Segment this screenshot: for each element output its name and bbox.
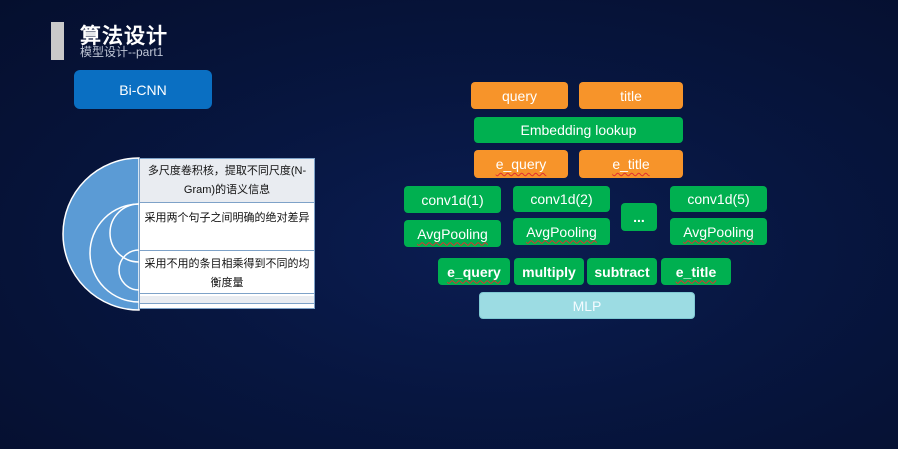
conv1d-1-box: conv1d(1) [404,186,501,213]
conv1d-2-box: conv1d(2) [513,186,610,212]
conv1d-5-box: conv1d(5) [670,186,767,212]
slide-subtitle: 模型设计--part1 [80,45,164,59]
feature-list-panel: 多尺度卷积核，提取不同尺度(N-Gram)的语义信息 采用两个句子之间明确的绝对… [139,158,315,309]
title-accent-bar [51,22,64,60]
feature-e-query-box: e_query [438,258,510,285]
avgpooling-2-box: AvgPooling [513,218,610,245]
feature-item-multiscale: 多尺度卷积核，提取不同尺度(N-Gram)的语义信息 [140,159,314,203]
feature-multiply-box: multiply [514,258,584,285]
embedded-title-box: e_title [579,150,683,178]
mlp-box: MLP [479,292,695,319]
feature-item-abs-difference: 采用两个句子之间明确的绝对差异 [140,205,314,251]
input-title-box: title [579,82,683,109]
model-label-badge: Bi-CNN [74,70,212,109]
embedded-query-box: e_query [474,150,568,178]
feature-e-title-box: e_title [661,258,731,285]
feature-subtract-box: subtract [587,258,657,285]
embedding-lookup-box: Embedding lookup [474,117,683,143]
concentric-circle-graphic [62,157,140,311]
avgpooling-5-box: AvgPooling [670,218,767,245]
input-query-box: query [471,82,568,109]
feature-item-multiply: 采用不用的条目相乘得到不同的均衡度量 [140,253,314,294]
feature-item-empty [140,296,314,304]
ellipsis-box: ... [621,203,657,231]
avgpooling-1-box: AvgPooling [404,220,501,247]
